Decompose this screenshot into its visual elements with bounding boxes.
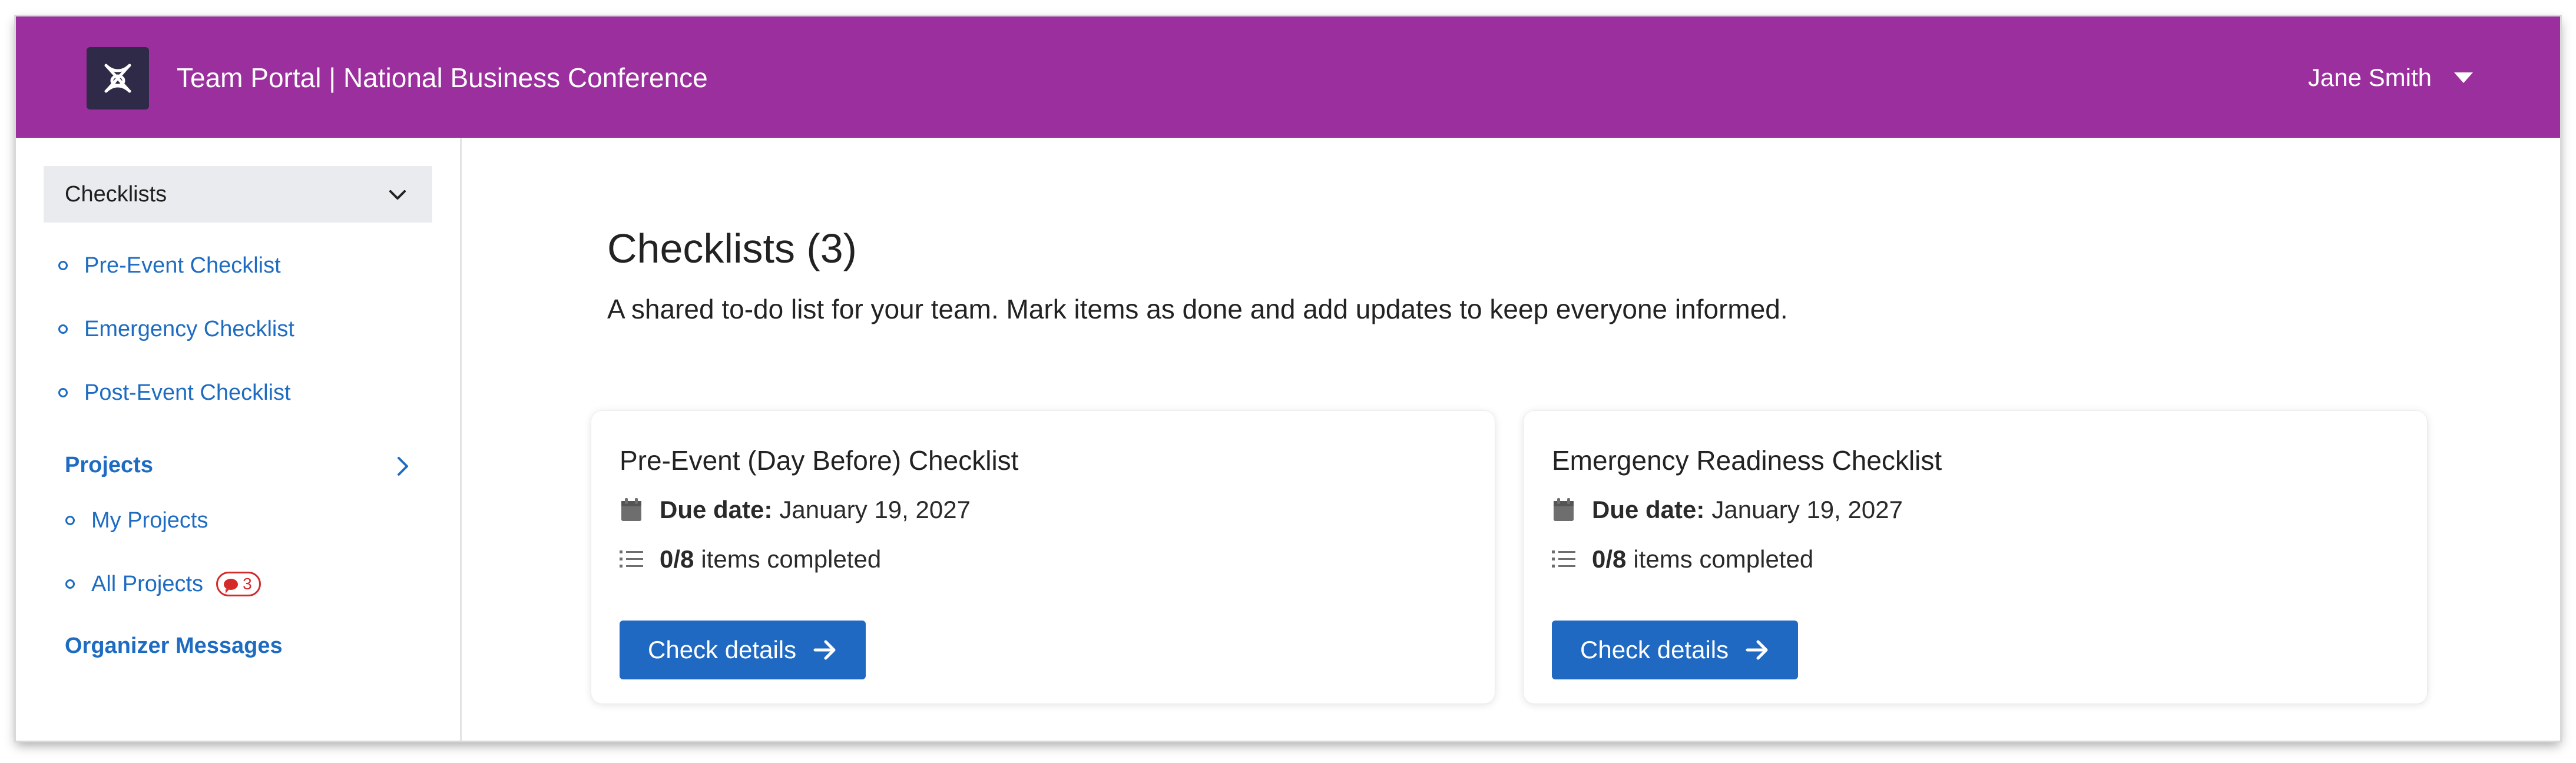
page-description: A shared to-do list for your team. Mark …: [607, 294, 1788, 324]
circle-bullet-icon: [58, 388, 68, 397]
app-window: Team Portal | National Business Conferen…: [16, 16, 2560, 741]
page-title: Checklists (3): [607, 225, 857, 271]
message-count-badge: 3: [216, 572, 261, 596]
sidebar-section-projects[interactable]: Projects: [65, 453, 153, 478]
calendar-icon: [1552, 497, 1575, 522]
sidebar-item-pre-event-checklist[interactable]: Pre-Event Checklist: [58, 251, 281, 280]
sidebar-item-post-event-checklist[interactable]: Post-Event Checklist: [58, 378, 291, 407]
due-date-label: Due date:: [1592, 496, 1705, 523]
arrow-right-icon: [1746, 640, 1768, 660]
progress-text: items completed: [1633, 545, 1814, 573]
sidebar-section-checklists[interactable]: Checklists: [44, 166, 432, 223]
user-name: Jane Smith: [2307, 64, 2432, 91]
sidebar-section-label: Checklists: [65, 181, 167, 207]
circle-bullet-icon: [65, 516, 75, 525]
progress-count: 0/8: [660, 545, 694, 573]
sidebar-item-organizer-messages[interactable]: Organizer Messages: [65, 633, 283, 659]
sidebar-item-label: My Projects: [91, 507, 208, 533]
arrow-right-icon: [813, 640, 836, 660]
progress-row: 0/8 items completed: [1552, 543, 1813, 576]
card-title: Emergency Readiness Checklist: [1552, 445, 1942, 476]
chat-bubble-icon: [224, 578, 239, 593]
check-details-button[interactable]: Check details: [1552, 621, 1799, 679]
knot-logo-icon[interactable]: [87, 47, 149, 110]
sidebar-item-my-projects[interactable]: My Projects: [65, 506, 208, 535]
due-date-label: Due date:: [660, 496, 773, 523]
calendar-icon: [620, 497, 643, 522]
sidebar-item-emergency-checklist[interactable]: Emergency Checklist: [58, 314, 294, 344]
due-date-row: Due date: January 19, 2027: [620, 493, 971, 526]
sidebar-item-label: All Projects: [91, 571, 204, 596]
caret-down-icon: [2454, 72, 2473, 83]
circle-bullet-icon: [58, 261, 68, 270]
due-date-value: January 19, 2027: [779, 496, 971, 523]
sidebar-item-label: Post-Event Checklist: [84, 380, 291, 405]
badge-count: 3: [243, 575, 252, 593]
checklist-card: Emergency Readiness Checklist Due date: …: [1524, 411, 2427, 704]
sidebar: Checklists Pre-Event Checklist Emergency…: [16, 138, 462, 741]
check-details-button[interactable]: Check details: [620, 621, 866, 679]
button-label: Check details: [648, 636, 797, 664]
due-date-row: Due date: January 19, 2027: [1552, 493, 1903, 526]
button-label: Check details: [1580, 636, 1729, 664]
chevron-down-icon: [389, 190, 406, 200]
progress-row: 0/8 items completed: [620, 543, 881, 576]
progress-count: 0/8: [1592, 545, 1627, 573]
sidebar-item-all-projects[interactable]: All Projects 3: [65, 569, 261, 599]
user-menu[interactable]: Jane Smith: [2308, 59, 2473, 97]
due-date-value: January 19, 2027: [1711, 496, 1903, 523]
chevron-right-icon[interactable]: [393, 453, 413, 479]
card-title: Pre-Event (Day Before) Checklist: [620, 445, 1019, 476]
app-title: Team Portal | National Business Conferen…: [177, 62, 708, 93]
sidebar-section-label: Projects: [65, 453, 153, 477]
list-icon: [1552, 549, 1575, 570]
circle-bullet-icon: [65, 579, 75, 589]
list-icon: [620, 549, 643, 570]
sidebar-item-label: Pre-Event Checklist: [84, 253, 281, 278]
circle-bullet-icon: [58, 324, 68, 334]
checklist-card: Pre-Event (Day Before) Checklist Due dat…: [591, 411, 1495, 704]
sidebar-section-label: Organizer Messages: [65, 633, 283, 658]
progress-text: items completed: [701, 545, 882, 573]
top-bar: Team Portal | National Business Conferen…: [16, 16, 2560, 138]
sidebar-item-label: Emergency Checklist: [84, 316, 294, 341]
